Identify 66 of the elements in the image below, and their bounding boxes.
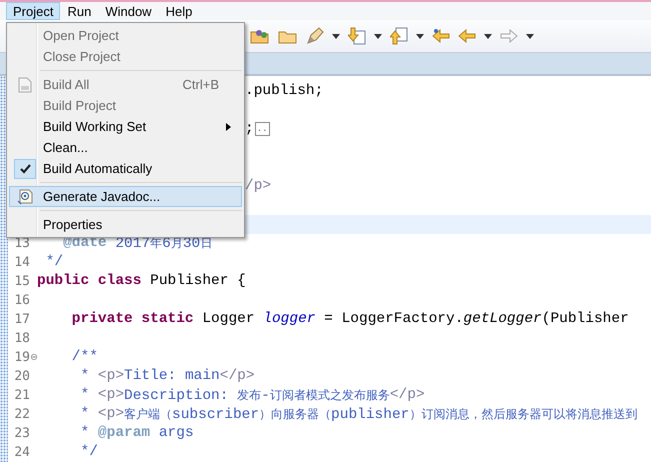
menu-title[interactable]: Project [6,2,60,20]
code-token: /** [70,349,98,366]
caret-icon[interactable] [526,34,534,39]
code-token: args [158,425,194,442]
line-number: 21 [13,388,30,403]
menu-item[interactable]: Build Working Set [9,116,242,137]
line-number: 18 [13,330,30,346]
code-token: * [80,406,90,422]
code-token: * [80,387,90,404]
line-number: 16 [13,292,30,308]
menu-item[interactable]: Generate Javadoc... [9,186,242,207]
line-number: 14 [13,254,30,270]
folded-code-marker[interactable]: .. [254,122,270,136]
folder-icon[interactable] [250,28,270,44]
code-token: Title: main [124,368,220,384]
code-token: private [70,311,133,328]
line-number: 22 [13,406,30,422]
code-token: class [96,273,142,290]
code-token: <p> [98,368,124,384]
caret-icon[interactable] [484,34,492,39]
caret-icon[interactable] [332,34,340,39]
binary-file-icon [18,76,32,92]
arrow-down-document-icon[interactable] [348,27,366,46]
caret-icon[interactable] [374,34,382,39]
code-token: logger [263,311,316,328]
line-number: 20 [13,368,30,384]
code-token: .publish; [245,83,324,100]
pen-icon[interactable] [306,27,324,46]
shortcut-label: Ctrl+B [182,77,220,92]
javadoc-icon [17,188,33,204]
menu-item[interactable]: Properties [9,214,242,235]
code-token: /p> [245,178,272,194]
line-number: 24 [13,444,30,460]
caret-icon[interactable] [416,34,424,39]
code-token: @param [98,425,150,442]
code-token: 客户端（subscriber）向服务器（publisher）订阅消息，然后服务器可以将消息推送到 [124,406,638,423]
arrow-up-document-icon[interactable] [390,27,408,46]
code-token: = LoggerFactory. [323,311,464,328]
code-token: */ [80,444,98,460]
code-token: (Publisher [542,311,629,328]
code-token: * [80,425,90,442]
code-token: Publisher { [149,273,246,290]
code-token: </p> [220,368,255,384]
code-token: static [140,311,194,328]
code-token: <p> [98,387,124,404]
code-token: <p> [98,406,124,422]
collapse-icon[interactable] [31,353,37,362]
menu-title[interactable]: Run [60,2,98,20]
left-arrow-icon[interactable] [458,29,476,44]
code-token: public [37,273,90,290]
menu-item[interactable]: Build Automatically [9,158,242,179]
code-token: * [80,368,90,384]
menu-title[interactable]: Help [158,2,200,20]
line-number: 15 [13,274,30,289]
code-token: </p> [390,387,425,404]
line-number: 23 [13,426,30,441]
line-number: 17 [13,312,30,327]
code-token: getLogger [463,311,542,328]
menu-item[interactable]: Clean... [9,137,242,158]
left-arrow-icon[interactable] [432,29,450,44]
line-number: 19 [13,350,30,365]
code-token: ; [245,121,254,138]
menu-title[interactable]: Window [98,2,159,20]
code-token: Description: 发布-订阅者模式之发布服务 [124,386,390,404]
code-token: Logger [201,311,256,328]
code-token: */ [44,254,64,270]
